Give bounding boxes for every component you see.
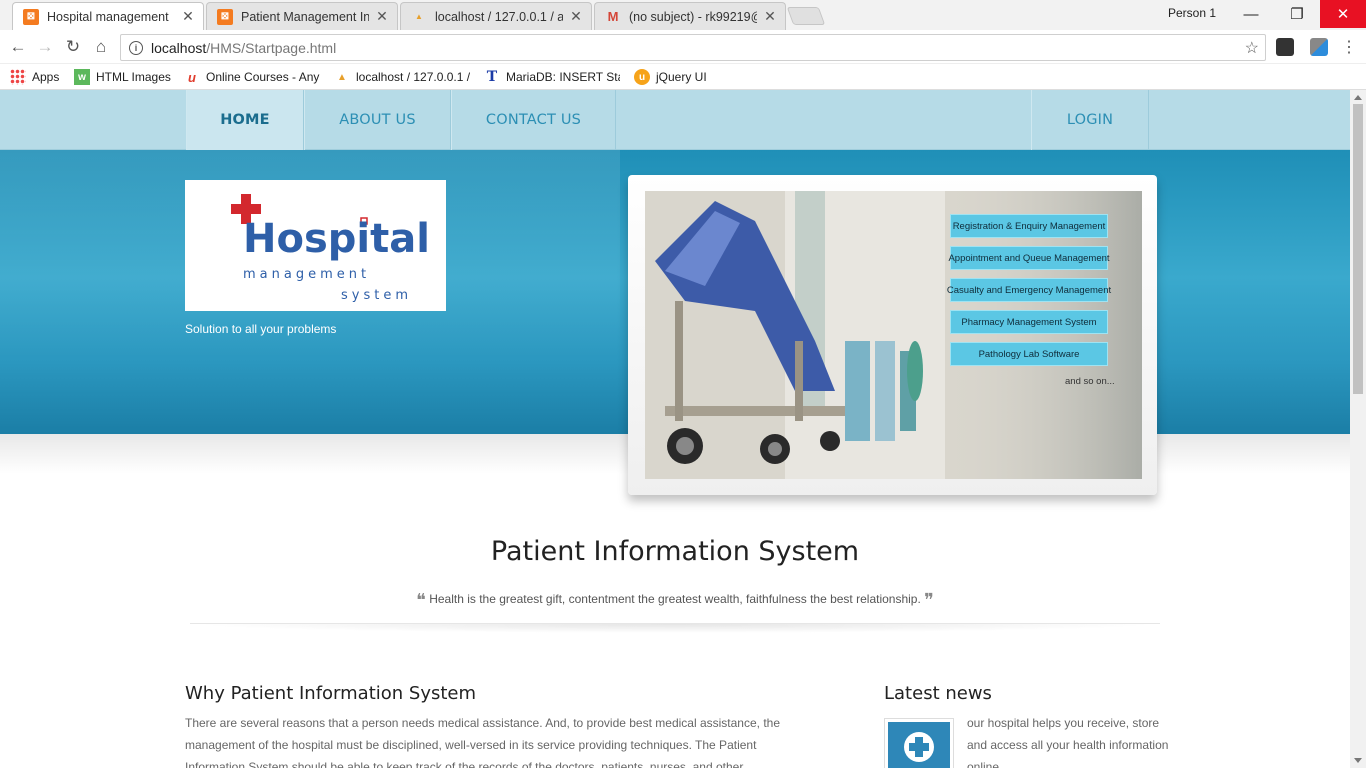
phpmyadmin-icon: ▲ bbox=[337, 71, 347, 83]
close-tab-icon[interactable]: ✕ bbox=[569, 8, 583, 25]
tab-phpmyadmin[interactable]: ▲ localhost / 127.0.0.1 / adi ✕ bbox=[400, 2, 592, 30]
scroll-down-icon[interactable] bbox=[1354, 758, 1362, 763]
bookmark-star-icon[interactable]: ☆ bbox=[1245, 38, 1259, 58]
scroll-up-icon[interactable] bbox=[1354, 95, 1362, 100]
tab-gmail[interactable]: M (no subject) - rk99219@g ✕ bbox=[594, 2, 786, 30]
gmail-icon: M bbox=[607, 9, 619, 24]
quote: ❝ Health is the greatest gift, contentme… bbox=[0, 590, 1350, 611]
udemy-icon: u bbox=[188, 69, 196, 85]
mariadb-icon: T bbox=[486, 69, 498, 85]
tab-title: localhost / 127.0.0.1 / adi bbox=[435, 9, 563, 24]
hospital-logo: Hospital management system bbox=[185, 180, 446, 311]
back-icon[interactable]: ← bbox=[7, 36, 29, 58]
restore-button[interactable]: ❐ bbox=[1274, 0, 1320, 28]
jquery-ui-icon: u bbox=[634, 69, 650, 85]
module-pathology-lab: Pathology Lab Software bbox=[950, 342, 1108, 366]
bookmark-phpmyadmin[interactable]: ▲ localhost / 127.0.0.1 / bbox=[334, 68, 470, 86]
eyedropper-extension-icon[interactable] bbox=[1310, 38, 1328, 56]
bookmark-label: jQuery UI bbox=[656, 70, 707, 84]
address-host: localhost bbox=[151, 39, 207, 56]
bookmark-label: HTML Images bbox=[96, 70, 171, 84]
bookmark-label: Online Courses - Any bbox=[206, 70, 320, 84]
apps-grid-icon bbox=[10, 69, 26, 85]
bookmark-label: localhost / 127.0.0.1 / bbox=[356, 70, 470, 84]
latest-news-heading: Latest news bbox=[884, 683, 992, 704]
phpmyadmin-icon: ▲ bbox=[415, 12, 423, 21]
scrollbar-thumb[interactable] bbox=[1353, 104, 1363, 394]
nav-home[interactable]: HOME bbox=[186, 90, 304, 150]
bookmark-mariadb[interactable]: T MariaDB: INSERT Stat bbox=[484, 68, 620, 86]
forward-icon[interactable]: → bbox=[34, 36, 56, 58]
hospital-corridor-image: Registration & Enquiry Management Appoin… bbox=[645, 191, 1142, 479]
new-tab-button[interactable] bbox=[786, 7, 826, 25]
bookmark-apps[interactable]: Apps bbox=[10, 68, 59, 86]
reload-icon[interactable]: ↻ bbox=[62, 36, 84, 58]
why-paragraph: There are several reasons that a person … bbox=[185, 716, 780, 768]
news-thumbnail[interactable] bbox=[884, 718, 954, 768]
medical-cross-icon bbox=[888, 722, 950, 768]
open-quote-icon: ❝ bbox=[416, 590, 426, 611]
nav-contact-us[interactable]: CONTACT US bbox=[451, 90, 616, 150]
nav-login[interactable]: LOGIN bbox=[1031, 90, 1149, 150]
close-window-button[interactable]: ✕ bbox=[1320, 0, 1366, 28]
close-tab-icon[interactable]: ✕ bbox=[763, 8, 777, 25]
logo-wordmark: Hospital bbox=[243, 216, 430, 262]
news-text: our hospital helps you receive, store an… bbox=[967, 716, 1169, 768]
page-scrollbar[interactable] bbox=[1350, 90, 1366, 768]
xampp-icon: ⊠ bbox=[217, 8, 233, 25]
module-registration-enquiry: Registration & Enquiry Management bbox=[950, 214, 1108, 238]
address-path: /HMS/Startpage.html bbox=[206, 39, 337, 56]
logo-line-2: management bbox=[243, 267, 370, 282]
module-pharmacy: Pharmacy Management System bbox=[950, 310, 1108, 334]
section-divider bbox=[190, 623, 1160, 633]
module-casualty-emergency: Casualty and Emergency Management bbox=[947, 278, 1111, 302]
profile-button[interactable]: Person 1 bbox=[1168, 6, 1216, 20]
close-tab-icon[interactable]: ✕ bbox=[375, 8, 389, 25]
bookmark-jquery-ui[interactable]: u jQuery UI bbox=[634, 68, 707, 86]
home-icon[interactable]: ⌂ bbox=[90, 36, 112, 58]
bookmark-label: MariaDB: INSERT Stat bbox=[506, 70, 620, 84]
browser-toolbar: ← → ↻ ⌂ i localhost/HMS/Startpage.html ☆… bbox=[0, 30, 1366, 64]
xampp-icon: ⊠ bbox=[23, 8, 39, 25]
page-viewport: HOME ABOUT US CONTACT US LOGIN Hospital … bbox=[0, 90, 1350, 768]
bookmark-online-courses[interactable]: u Online Courses - Any bbox=[184, 68, 320, 86]
bookmarks-bar: Apps w HTML Images u Online Courses - An… bbox=[0, 64, 1366, 90]
tab-patient-management[interactable]: ⊠ Patient Management Inf ✕ bbox=[206, 2, 398, 30]
modules-more-text: and so on... bbox=[1065, 376, 1115, 387]
address-bar[interactable]: i localhost/HMS/Startpage.html ☆ bbox=[120, 34, 1266, 61]
info-icon[interactable]: i bbox=[129, 40, 143, 55]
close-tab-icon[interactable]: ✕ bbox=[181, 8, 195, 25]
tab-title: Hospital management bbox=[47, 9, 169, 24]
quote-text: Health is the greatest gift, contentment… bbox=[429, 592, 921, 606]
module-appointment-queue: Appointment and Queue Management bbox=[948, 246, 1110, 270]
bookmark-html-images[interactable]: w HTML Images bbox=[74, 68, 171, 86]
logo-line-3: system bbox=[341, 288, 412, 303]
page-title: Patient Information System bbox=[490, 536, 860, 567]
tab-title: (no subject) - rk99219@g bbox=[629, 9, 757, 24]
why-heading: Why Patient Information System bbox=[185, 683, 477, 704]
close-quote-icon: ❞ bbox=[924, 590, 934, 611]
site-navigation: HOME ABOUT US CONTACT US LOGIN bbox=[0, 90, 1350, 150]
minimize-button[interactable]: — bbox=[1228, 0, 1274, 28]
tab-hospital-management[interactable]: ⊠ Hospital management ✕ bbox=[12, 2, 204, 30]
tab-title: Patient Management Inf bbox=[241, 9, 369, 24]
nav-about-us[interactable]: ABOUT US bbox=[304, 90, 451, 150]
extension-icon[interactable] bbox=[1276, 38, 1294, 56]
browser-tab-strip: ⊠ Hospital management ✕ ⊠ Patient Manage… bbox=[0, 0, 1366, 30]
w3schools-icon: w bbox=[74, 69, 90, 85]
tagline: Solution to all your problems bbox=[185, 322, 337, 336]
menu-kebab-icon[interactable]: ⋮ bbox=[1338, 36, 1360, 58]
bookmark-label: Apps bbox=[32, 70, 60, 84]
